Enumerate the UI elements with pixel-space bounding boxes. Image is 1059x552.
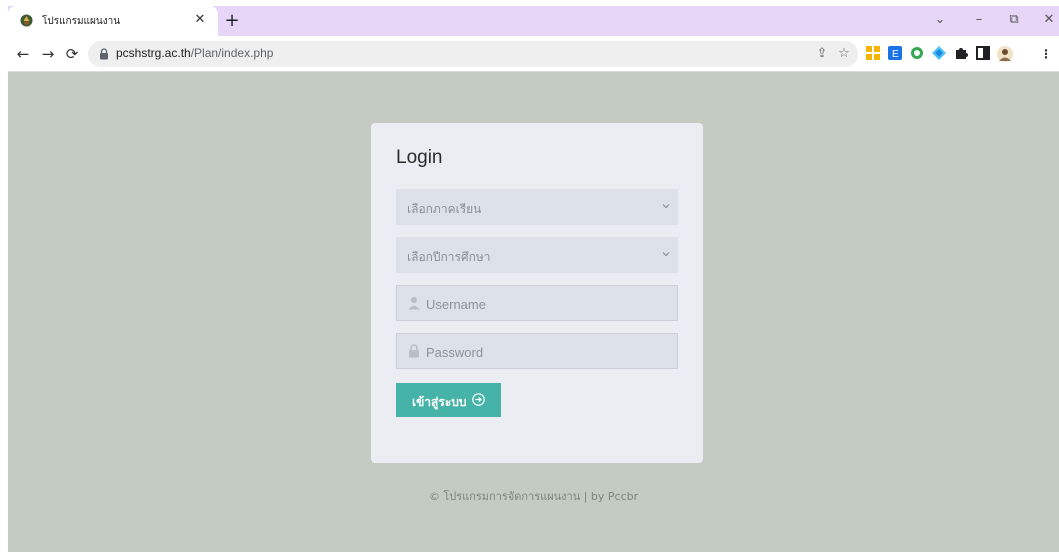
- tab-strip: โปรแกรมแผนงาน ✕ + ⌄ – ⧉ ✕: [8, 6, 1059, 36]
- tab-title: โปรแกรมแผนงาน: [42, 16, 121, 27]
- lock-icon: [100, 48, 108, 60]
- new-tab-button[interactable]: +: [222, 11, 242, 31]
- page-content: Login เลือกภาคเรียน เลือกปีการศึกษา User…: [8, 73, 1059, 552]
- username-input[interactable]: Username: [396, 285, 678, 321]
- reload-button[interactable]: ⟳: [63, 45, 81, 63]
- password-placeholder: Password: [426, 345, 484, 360]
- extension-g-icon[interactable]: [909, 46, 925, 62]
- extension-grid-icon[interactable]: [865, 46, 881, 62]
- user-icon: [408, 297, 420, 310]
- password-input[interactable]: Password: [396, 333, 678, 369]
- back-button[interactable]: ←: [14, 45, 32, 63]
- url-domain: pcshstrg.ac.th: [116, 46, 191, 60]
- chevron-down-icon: [662, 252, 670, 257]
- year-select[interactable]: เลือกปีการศึกษา: [396, 237, 678, 273]
- browser-window: โปรแกรมแผนงาน ✕ + ⌄ – ⧉ ✕ ← → ⟳ pcshstrg…: [8, 6, 1059, 552]
- menu-kebab-icon[interactable]: ⋮: [1038, 46, 1054, 62]
- extensions-puzzle-icon[interactable]: [953, 46, 969, 62]
- login-title: Login: [396, 147, 443, 168]
- url-text[interactable]: pcshstrg.ac.th/Plan/index.php: [116, 46, 273, 60]
- lock-icon: [409, 344, 419, 358]
- login-submit-label: เข้าสู่ระบบ: [412, 395, 467, 409]
- profile-avatar[interactable]: [997, 46, 1013, 62]
- username-placeholder: Username: [426, 297, 486, 312]
- restore-button[interactable]: ⧉: [1006, 12, 1022, 28]
- chevron-down-icon: [662, 204, 670, 209]
- semester-select[interactable]: เลือกภาคเรียน: [396, 189, 678, 225]
- close-tab-icon[interactable]: ✕: [192, 12, 208, 28]
- year-select-value: เลือกปีการศึกษา: [407, 250, 491, 264]
- login-submit-button[interactable]: เข้าสู่ระบบ: [396, 383, 501, 417]
- bookmark-star-icon[interactable]: ☆: [836, 46, 852, 62]
- arrow-circle-right-icon: [472, 393, 485, 406]
- extension-e-icon[interactable]: E: [887, 46, 903, 62]
- school-logo-icon: [20, 14, 33, 27]
- svg-text:E: E: [892, 49, 899, 60]
- browser-tab[interactable]: โปรแกรมแผนงาน ✕: [8, 6, 218, 36]
- address-bar[interactable]: pcshstrg.ac.th/Plan/index.php ⇪ ☆: [88, 41, 858, 67]
- forward-button[interactable]: →: [39, 45, 57, 63]
- close-window-button[interactable]: ✕: [1041, 12, 1057, 28]
- semester-select-value: เลือกภาคเรียน: [407, 202, 482, 216]
- login-card: Login เลือกภาคเรียน เลือกปีการศึกษา User…: [371, 123, 703, 463]
- url-path: /Plan/index.php: [190, 46, 274, 60]
- share-icon[interactable]: ⇪: [814, 46, 830, 62]
- browser-toolbar: ← → ⟳ pcshstrg.ac.th/Plan/index.php ⇪ ☆ …: [8, 36, 1059, 72]
- minimize-button[interactable]: –: [971, 12, 987, 28]
- extension-diamond-icon[interactable]: [931, 46, 947, 62]
- tab-search-icon[interactable]: ⌄: [932, 12, 948, 28]
- side-panel-icon[interactable]: [975, 46, 991, 62]
- footer-text: © โปรแกรมการจัดการแผนงาน | by Pccbr: [428, 490, 639, 503]
